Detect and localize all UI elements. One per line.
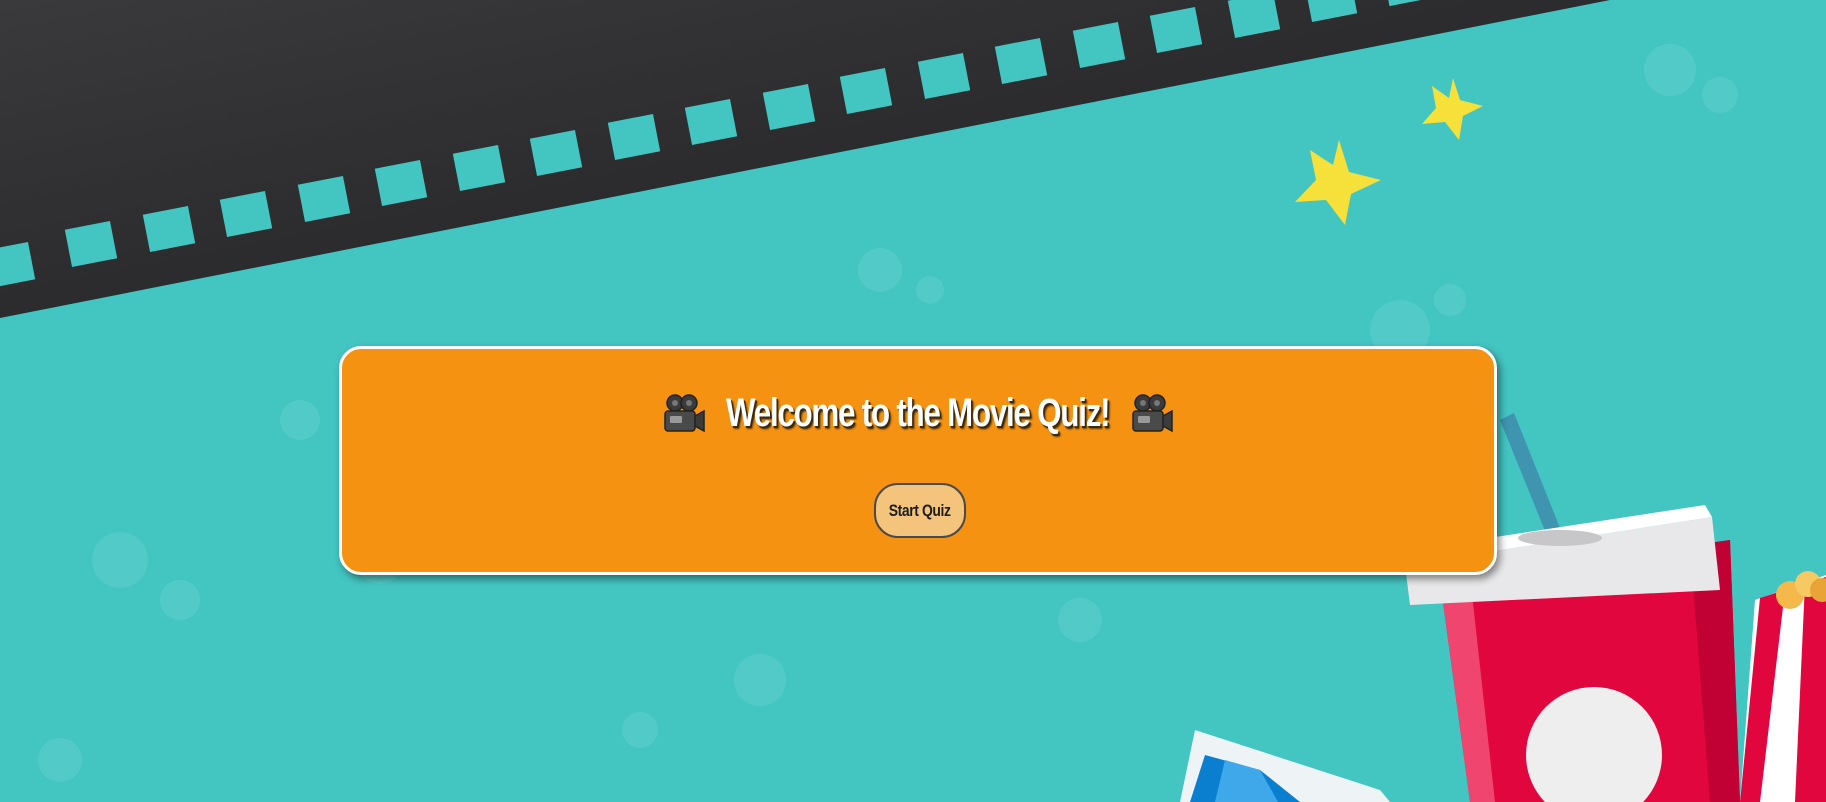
movie-camera-icon <box>664 393 706 432</box>
page-title: Welcome to the Movie Quiz! <box>726 391 1110 435</box>
welcome-card: Welcome to the Movie Quiz! Start Quiz <box>339 346 1497 575</box>
popcorn-bucket-icon <box>1740 571 1826 802</box>
start-quiz-label: Start Quiz <box>889 500 951 520</box>
title-row: Welcome to the Movie Quiz! <box>342 391 1494 436</box>
3d-glasses-icon <box>1180 730 1390 802</box>
movie-camera-icon <box>1131 393 1173 432</box>
film-strip <box>0 0 1610 318</box>
start-quiz-button[interactable]: Start Quiz <box>874 483 966 538</box>
star-large-icon <box>1295 140 1381 225</box>
star-small-icon <box>1422 78 1483 140</box>
